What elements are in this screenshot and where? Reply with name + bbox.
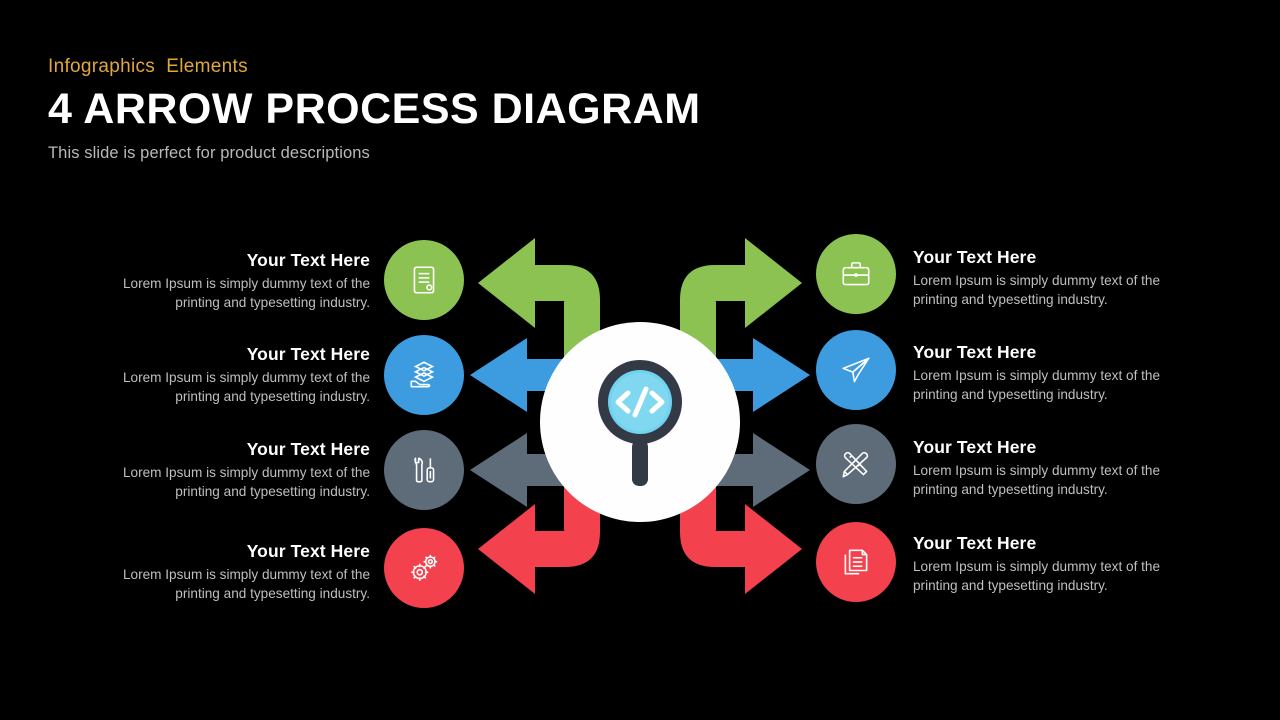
icon-circle-right-1[interactable] bbox=[816, 234, 896, 314]
text-block-heading: Your Text Here bbox=[913, 437, 1037, 457]
icon-circle-right-3[interactable] bbox=[816, 424, 896, 504]
icon-circle-left-1[interactable] bbox=[384, 240, 464, 320]
text-block-body: Lorem Ipsum is simply dummy text of the … bbox=[122, 567, 370, 602]
text-block-body: Lorem Ipsum is simply dummy text of the … bbox=[913, 463, 1161, 498]
text-block-body: Lorem Ipsum is simply dummy text of the … bbox=[913, 368, 1161, 403]
text-block-left-1: Your Text Here Lorem Ipsum is simply dum… bbox=[120, 250, 370, 313]
process-diagram: Your Text Here Lorem Ipsum is simply dum… bbox=[0, 0, 1280, 720]
icon-circle-left-3[interactable] bbox=[384, 430, 464, 510]
text-block-heading: Your Text Here bbox=[246, 250, 370, 270]
text-block-body: Lorem Ipsum is simply dummy text of the … bbox=[122, 465, 370, 500]
icon-circle-left-2[interactable] bbox=[384, 335, 464, 415]
text-block-left-3: Your Text Here Lorem Ipsum is simply dum… bbox=[120, 439, 370, 502]
briefcase-icon bbox=[842, 262, 870, 286]
pencil-ruler-icon bbox=[842, 451, 869, 478]
text-block-left-4: Your Text Here Lorem Ipsum is simply dum… bbox=[120, 541, 370, 604]
text-block-right-3: Your Text Here Lorem Ipsum is simply dum… bbox=[913, 437, 1163, 500]
wrench-screwdriver-icon bbox=[414, 457, 435, 483]
documents-copy-icon bbox=[844, 549, 868, 575]
text-block-right-4: Your Text Here Lorem Ipsum is simply dum… bbox=[913, 533, 1163, 596]
text-block-right-1: Your Text Here Lorem Ipsum is simply dum… bbox=[913, 247, 1163, 310]
text-block-body: Lorem Ipsum is simply dummy text of the … bbox=[913, 559, 1161, 594]
gears-icon bbox=[411, 554, 438, 581]
slide-canvas: Infographics Elements 4 ARROW PROCESS DI… bbox=[0, 0, 1280, 720]
text-block-left-2: Your Text Here Lorem Ipsum is simply dum… bbox=[120, 344, 370, 407]
text-block-body: Lorem Ipsum is simply dummy text of the … bbox=[913, 273, 1161, 308]
text-block-heading: Your Text Here bbox=[913, 342, 1037, 362]
paper-plane-icon bbox=[842, 357, 870, 383]
certificate-document-icon bbox=[413, 266, 435, 294]
icon-circle-right-2[interactable] bbox=[816, 330, 896, 410]
icon-circle-left-4[interactable] bbox=[384, 528, 464, 608]
text-block-heading: Your Text Here bbox=[246, 541, 370, 561]
text-block-heading: Your Text Here bbox=[913, 247, 1037, 267]
text-block-heading: Your Text Here bbox=[246, 439, 370, 459]
text-block-heading: Your Text Here bbox=[913, 533, 1037, 553]
icon-circle-right-4[interactable] bbox=[816, 522, 896, 602]
text-block-right-2: Your Text Here Lorem Ipsum is simply dum… bbox=[913, 342, 1163, 405]
text-block-body: Lorem Ipsum is simply dummy text of the … bbox=[122, 276, 370, 311]
text-block-body: Lorem Ipsum is simply dummy text of the … bbox=[122, 370, 370, 405]
text-block-heading: Your Text Here bbox=[246, 344, 370, 364]
magnifier-code-icon bbox=[598, 360, 682, 486]
hand-holding-layers-icon bbox=[410, 361, 435, 388]
center-hub bbox=[540, 322, 740, 522]
